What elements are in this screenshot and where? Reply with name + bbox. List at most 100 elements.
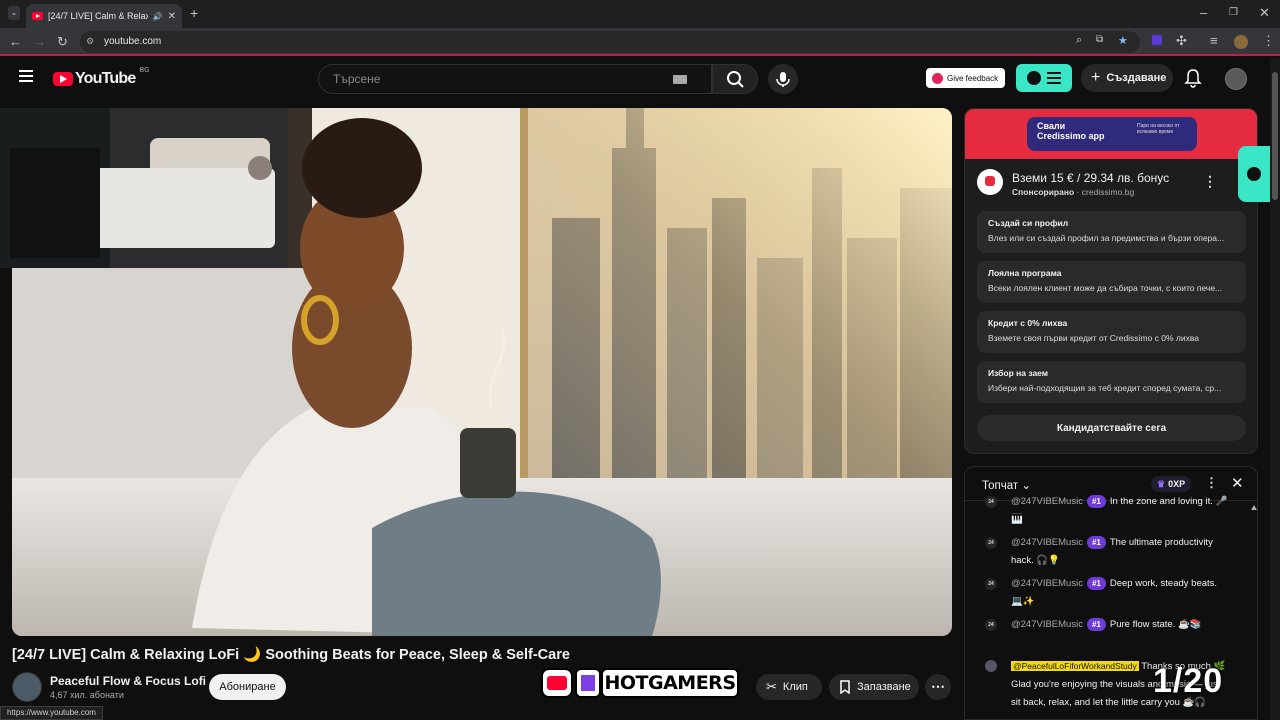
webcam-bedroom-illustration (0, 108, 288, 268)
chat-author[interactable]: @247VIBEMusic (1011, 496, 1083, 507)
ad-card[interactable]: Създай си профил Влез или си създай проф… (977, 211, 1246, 253)
more-actions-button[interactable]: ⋯ (925, 674, 951, 700)
channel-avatar[interactable] (12, 672, 42, 702)
twitch-badge-icon (575, 668, 601, 698)
save-bookmark-icon (840, 680, 850, 694)
subscribe-button[interactable]: Абониране (209, 674, 286, 700)
window-close-icon[interactable]: ✕ (1259, 6, 1270, 20)
minimize-icon[interactable]: – (1200, 6, 1207, 20)
ad-menu-icon[interactable]: ⋮ (1203, 173, 1217, 190)
tab-search-icon[interactable]: ⌄ (8, 6, 20, 20)
new-tab-icon[interactable]: + (190, 6, 198, 20)
youtube-badge-icon (541, 668, 573, 698)
notifications-bell-icon[interactable] (1184, 68, 1202, 93)
rank-badge: #1 (1086, 618, 1106, 631)
hamburger-menu-icon[interactable] (19, 70, 33, 82)
reading-list-icon[interactable]: ≡ (1210, 34, 1218, 48)
ad-title[interactable]: Вземи 15 € / 29.34 лв. бонус (1012, 171, 1169, 185)
chat-close-icon[interactable]: ✕ (1231, 474, 1244, 492)
feedback-label: Give feedback (947, 73, 999, 83)
extension-logo-icon (1247, 167, 1261, 181)
ad-card[interactable]: Кредит с 0% лихва Вземете своя първи кре… (977, 311, 1246, 353)
chat-mention[interactable]: @PeacefulLoFiforWorkandStudy (1011, 661, 1139, 671)
maximize-icon[interactable]: ❐ (1229, 6, 1238, 20)
tab-title: [24/7 LIVE] Calm & Relaxing (48, 11, 148, 21)
chrome-menu-icon[interactable]: ⋮ (1262, 34, 1275, 48)
install-app-icon[interactable]: ⧉ (1096, 34, 1103, 45)
chat-message: 24 @247VIBEMusic #1 The ultimate productiv… (985, 534, 1231, 570)
ad-domain[interactable]: credissimo.bg (1082, 187, 1134, 197)
chat-author-avatar[interactable]: 24 (985, 537, 997, 549)
chat-menu-icon[interactable]: ⋮ (1205, 475, 1218, 491)
account-avatar[interactable] (1225, 68, 1247, 90)
ad-card-heading: Лоялна програма (988, 268, 1062, 278)
address-bar[interactable]: ⚙ youtube.com ⌕ ⧉ ★ (80, 31, 1140, 53)
save-label: Запазване (857, 681, 911, 693)
voice-search-button[interactable] (768, 64, 798, 94)
chat-scroll-up-icon[interactable] (1251, 505, 1257, 510)
xp-value: 0XP (1168, 479, 1186, 489)
scissors-icon: ✂ (766, 679, 777, 694)
channel-name[interactable]: Peaceful Flow & Focus Lofi (50, 674, 206, 688)
search-icon (727, 71, 744, 88)
zoom-icon[interactable]: ⌕ (1076, 34, 1082, 47)
clip-button[interactable]: ✂ Клип (756, 674, 822, 700)
clip-label: Клип (782, 681, 808, 693)
extension-button[interactable] (1016, 64, 1072, 92)
status-bar-url: https://www.youtube.com (0, 706, 103, 720)
ad-card[interactable]: Лоялна програма Всеки лоялен клиент може… (977, 261, 1246, 303)
ad-card-description: Влез или си създай профил за предимства … (988, 233, 1225, 243)
profile-icon[interactable] (1234, 35, 1248, 49)
create-button[interactable]: + Създаване (1081, 64, 1173, 92)
hotgamers-wordmark: HOTGAMERS (601, 668, 739, 698)
chat-author-avatar[interactable]: 24 (985, 619, 997, 631)
audio-icon[interactable]: 🔊 (153, 12, 163, 21)
keyboard-icon[interactable] (673, 74, 687, 84)
chat-author[interactable]: @247VIBEMusic (1011, 537, 1083, 548)
rank-badge: #1 (1086, 495, 1106, 508)
extension-side-tab[interactable] (1238, 146, 1270, 202)
chat-message: 24 @247VIBEMusic #1 Pure flow state. ☕📚 (985, 616, 1231, 634)
logo-text: YouTube (75, 70, 136, 87)
ad-card-heading: Избор на заем (988, 368, 1049, 378)
chat-author[interactable]: @247VIBEMusic (1011, 619, 1083, 630)
ad-banner-small: Пари на високо от всякакво време (1137, 123, 1180, 135)
browser-tab[interactable]: [24/7 LIVE] Calm & Relaxing 🔊 ✕ (26, 4, 182, 28)
give-feedback-button[interactable]: Give feedback (926, 68, 1006, 88)
chat-author-avatar[interactable]: 24 (985, 496, 997, 508)
reload-icon[interactable]: ↻ (57, 35, 68, 49)
ad-banner[interactable]: Свали Credissimo app Пари на високо от в… (965, 109, 1257, 159)
ad-card-description: Всеки лоялен клиент може да събира точки… (988, 283, 1223, 293)
chat-message: 24 @247VIBEMusic #1 Deep work, steady beat… (985, 575, 1231, 611)
top-chat-dropdown[interactable]: Топчат ⌄ (982, 478, 1031, 492)
search-button[interactable] (712, 64, 758, 94)
youtube-logo[interactable]: YouTube BG (53, 67, 150, 88)
extensions-puzzle-icon[interactable]: ✣ (1176, 34, 1187, 48)
chat-text: Pure flow state. ☕📚 (1109, 619, 1202, 630)
extension-menu-icon (1047, 72, 1061, 84)
chat-author[interactable]: @247VIBEMusic (1011, 578, 1083, 589)
search-input[interactable] (333, 72, 673, 86)
tab-close-icon[interactable]: ✕ (168, 11, 176, 22)
page-scrollbar-thumb[interactable] (1272, 72, 1278, 200)
ad-card[interactable]: Избор на заем Избери най-подходящия за т… (977, 361, 1246, 403)
site-info-icon[interactable]: ⚙ (86, 36, 94, 47)
hotgamers-overlay-logo: HOTGAMERS (541, 668, 739, 698)
bookmark-star-icon[interactable]: ★ (1118, 34, 1128, 47)
extension-icon[interactable] (1152, 35, 1162, 45)
overlay-counter: 1/20 (1153, 662, 1224, 700)
chevron-down-icon: ⌄ (1021, 480, 1031, 492)
xp-badge[interactable]: ♛ 0XP (1151, 476, 1192, 492)
advertiser-logo-icon[interactable] (977, 169, 1003, 195)
browser-toolbar: ← → ↻ ⚙ youtube.com ⌕ ⧉ ★ ✣ ≡ ⋮ (0, 28, 1280, 56)
ad-card-description: Вземете своя първи кредит от Credissimo … (988, 333, 1199, 343)
extension-logo-icon (1027, 71, 1041, 85)
microphone-icon (776, 72, 790, 87)
chat-author-avatar[interactable] (985, 660, 997, 672)
webcam-overlay (0, 108, 288, 268)
back-icon[interactable]: ← (9, 35, 22, 49)
apply-now-button[interactable]: Кандидатствайте сега (977, 415, 1246, 441)
forward-icon[interactable]: → (33, 35, 46, 49)
chat-author-avatar[interactable]: 24 (985, 578, 997, 590)
save-button[interactable]: Запазване (829, 674, 919, 700)
